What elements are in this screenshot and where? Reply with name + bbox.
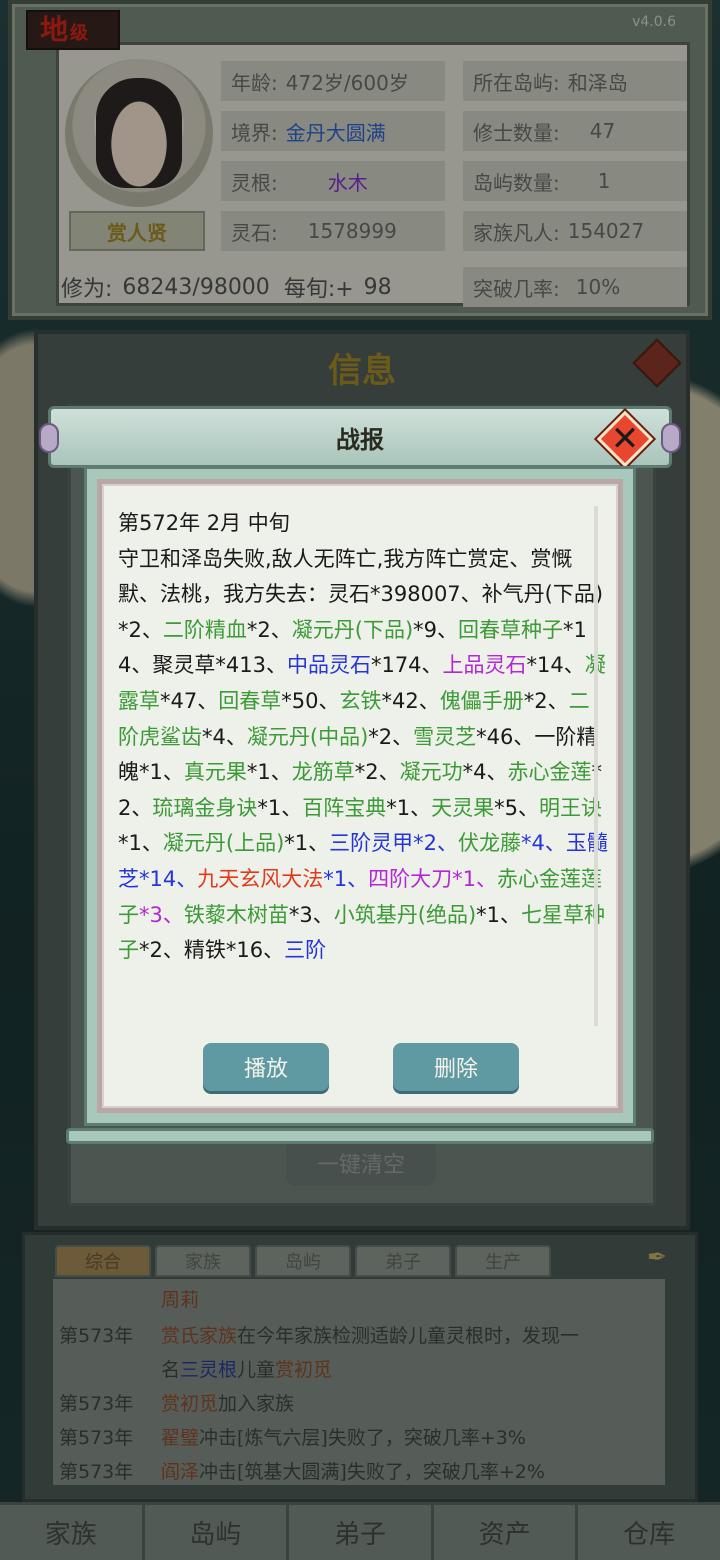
popup-body: 第572年 2月 中旬 守卫和泽岛失败,敌人无阵亡,我方阵亡赏定、赏慨默、法桃，… bbox=[84, 466, 636, 1126]
report-segment: *2、 bbox=[368, 724, 414, 749]
report-segment: 四阶大刀*1、 bbox=[368, 866, 497, 891]
report-segment: 天灵果 bbox=[431, 795, 495, 820]
report-segment: 二阶精血 bbox=[162, 617, 247, 642]
report-segment: *42、 bbox=[381, 688, 440, 713]
report-segment: *174、 bbox=[370, 653, 443, 678]
close-icon: ✕ bbox=[610, 419, 640, 459]
report-segment: *3、 bbox=[139, 902, 184, 927]
report-segment: *1、 bbox=[118, 831, 163, 856]
report-segment: *2、 bbox=[354, 760, 400, 785]
report-segment: 上品灵石 bbox=[442, 653, 527, 678]
popup-title: 战报 bbox=[336, 425, 384, 454]
report-segment: 凝元丹(中品) bbox=[246, 724, 369, 749]
report-paper: 第572年 2月 中旬 守卫和泽岛失败,敌人无阵亡,我方阵亡赏定、赏慨默、法桃，… bbox=[97, 479, 623, 1113]
report-segment: *1、 bbox=[476, 902, 522, 927]
report-segment: 真元果 bbox=[183, 760, 247, 785]
report-date: 第572年 2月 中旬 bbox=[118, 511, 290, 535]
report-segment: 玄铁 bbox=[339, 688, 382, 713]
report-segment: 回春草 bbox=[218, 688, 282, 713]
report-segment: 凝元丹(上品) bbox=[162, 831, 285, 856]
play-button[interactable]: 播放 bbox=[203, 1043, 329, 1091]
report-segment: 小筑基丹(绝品) bbox=[333, 902, 477, 927]
report-segment: 凝元丹(下品) bbox=[291, 617, 414, 642]
report-segment: 百阵宝典 bbox=[302, 795, 387, 820]
report-segment: 琉璃金身诀 bbox=[152, 795, 258, 820]
report-body: 守卫和泽岛失败,敌人无阵亡,我方阵亡赏定、赏慨默、法桃，我方失去：灵石*3980… bbox=[118, 542, 608, 969]
report-segment: *1、 bbox=[386, 795, 432, 820]
report-segment: 三阶 bbox=[284, 938, 327, 963]
report-segment: 凝元功 bbox=[399, 760, 463, 785]
report-segment: 赤心金莲 bbox=[507, 760, 592, 785]
report-segment: 雪灵芝 bbox=[413, 724, 477, 749]
report-segment: 傀儡手册 bbox=[439, 688, 524, 713]
report-segment: *3、 bbox=[288, 902, 334, 927]
report-segment: 回春草种子 bbox=[458, 617, 564, 642]
battle-report-text[interactable]: 第572年 2月 中旬 守卫和泽岛失败,敌人无阵亡,我方阵亡赏定、赏慨默、法桃，… bbox=[118, 506, 608, 1026]
report-segment: *4、 bbox=[521, 831, 566, 856]
report-segment: *50、 bbox=[281, 688, 340, 713]
report-segment: *1、 bbox=[323, 866, 369, 891]
report-segment: 伏龙藤 bbox=[458, 831, 522, 856]
report-segment: 三阶灵甲*2、 bbox=[329, 831, 459, 856]
popup-header: 战报 ✕ bbox=[39, 406, 681, 468]
report-segment: *2、精铁*16、 bbox=[139, 938, 285, 963]
report-segment: *14、 bbox=[526, 653, 585, 678]
report-segment: *4、 bbox=[462, 760, 508, 785]
report-segment: *5、 bbox=[494, 795, 539, 820]
report-segment: 铁藜木树苗 bbox=[183, 902, 289, 927]
report-segment: *47、 bbox=[160, 688, 219, 713]
report-segment: 九天玄风大法 bbox=[197, 866, 324, 891]
report-segment: *4、 bbox=[202, 724, 247, 749]
report-segment: *2、 bbox=[246, 617, 292, 642]
report-segment: 明王诀 bbox=[539, 795, 602, 820]
popup-close-button[interactable]: ✕ bbox=[596, 410, 654, 468]
popup-footer-rod bbox=[66, 1128, 654, 1144]
report-scrollbar[interactable] bbox=[594, 506, 598, 1026]
report-segment: *1、 bbox=[284, 831, 330, 856]
report-segment: *2、 bbox=[523, 688, 569, 713]
delete-button[interactable]: 删除 bbox=[393, 1043, 519, 1091]
report-segment: *1、 bbox=[257, 795, 303, 820]
report-segment: 中品灵石 bbox=[286, 653, 371, 678]
report-segment: *9、 bbox=[413, 617, 459, 642]
report-segment: 龙筋草 bbox=[291, 760, 355, 785]
report-segment: *1、 bbox=[246, 760, 292, 785]
